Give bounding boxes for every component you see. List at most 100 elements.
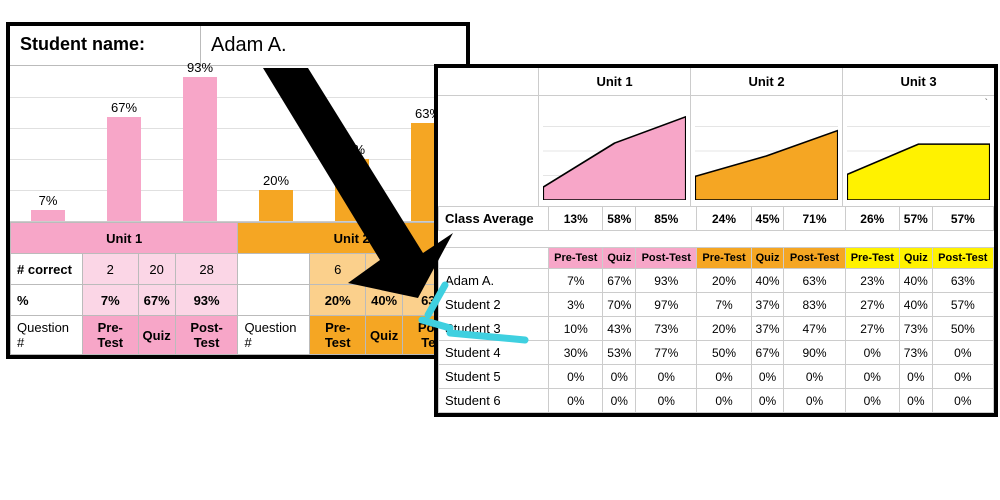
bar-label: 40% [332, 142, 372, 157]
score-cell: 3% [549, 293, 603, 317]
score-cell: 73% [636, 317, 697, 341]
numcorrect-cell: 12 [366, 254, 403, 285]
score-cell: 0% [784, 365, 845, 389]
class-summary-panel: Unit 1Unit 2Unit 3 ` Class Average13%58%… [434, 64, 998, 417]
score-cell: 67% [603, 269, 636, 293]
score-cell: 0% [549, 365, 603, 389]
unit-header: Unit 1 [538, 68, 690, 95]
bar-label: 93% [180, 60, 220, 75]
question-label: Question # [11, 316, 83, 355]
bar-label: 67% [104, 100, 144, 115]
score-cell: 20% [697, 269, 751, 293]
score-cell: 23% [845, 269, 899, 293]
score-cell: 37% [751, 293, 784, 317]
col-header: Quiz [751, 248, 784, 269]
score-cell: 0% [899, 389, 932, 413]
class-average-cell: 26% [845, 207, 899, 231]
col-header: Pre-Test [549, 248, 603, 269]
score-cell: 0% [751, 365, 784, 389]
student-name-cell: Student 5 [439, 365, 549, 389]
score-cell: 0% [845, 341, 899, 365]
numcorrect-label [238, 254, 310, 285]
student-name-label: Student name: [10, 26, 201, 65]
score-cell: 0% [899, 365, 932, 389]
score-cell: 0% [549, 389, 603, 413]
score-cell: 63% [784, 269, 845, 293]
percent-label [238, 285, 310, 316]
student-name-cell: Student 2 [439, 293, 549, 317]
score-cell: 0% [932, 389, 993, 413]
tick-mark: ` [985, 98, 988, 109]
percent-cell: 93% [175, 285, 238, 316]
bar-unit1-1 [107, 117, 141, 221]
sparkline-unit-3: ` [842, 96, 994, 206]
col-header: Pre-Test [845, 248, 899, 269]
unit-header: Unit 1 [11, 223, 238, 254]
table-row: Adam A.7%67%93%20%40%63%23%40%63% [439, 269, 994, 293]
score-cell: 30% [549, 341, 603, 365]
col-header: Pre-Test [82, 316, 138, 355]
question-label: Question # [238, 316, 310, 355]
score-cell: 50% [697, 341, 751, 365]
score-cell: 0% [845, 365, 899, 389]
class-average-cell: 85% [636, 207, 697, 231]
score-cell: 57% [932, 293, 993, 317]
unit-header: Unit 2 [238, 223, 466, 254]
student-unit-table: Unit 1Unit 2# correct22028612%7%67%93%20… [10, 222, 466, 355]
percent-label: % [11, 285, 83, 316]
class-average-cell: 57% [932, 207, 993, 231]
student-report-panel: Student name: Adam A. 7%67%93%20%40%63% … [6, 22, 470, 359]
score-cell: 0% [697, 389, 751, 413]
student-name-cell: Adam A. [439, 269, 549, 293]
unit-header: Unit 3 [842, 68, 994, 95]
numcorrect-cell: 6 [310, 254, 366, 285]
col-header: Post-Test [636, 248, 697, 269]
table-row: Student 23%70%97%7%37%83%27%40%57% [439, 293, 994, 317]
student-name-cell: Student 6 [439, 389, 549, 413]
score-cell: 63% [932, 269, 993, 293]
score-cell: 0% [603, 365, 636, 389]
class-average-cell: 13% [549, 207, 603, 231]
percent-cell: 7% [82, 285, 138, 316]
class-average-cell: 71% [784, 207, 845, 231]
class-average-cell: 24% [697, 207, 751, 231]
col-header: Quiz [138, 316, 175, 355]
student-name-cell: Student 3 [439, 317, 549, 341]
col-header: Post-Test [175, 316, 238, 355]
table-row: Student 430%53%77%50%67%90%0%73%0% [439, 341, 994, 365]
percent-cell: 20% [310, 285, 366, 316]
class-average-cell: 45% [751, 207, 784, 231]
numcorrect-cell: 20 [138, 254, 175, 285]
score-cell: 0% [932, 365, 993, 389]
col-header: Pre-Test [310, 316, 366, 355]
score-cell: 97% [636, 293, 697, 317]
student-name-value: Adam A. [201, 26, 466, 65]
score-cell: 7% [697, 293, 751, 317]
col-header: Post-Test [932, 248, 993, 269]
score-cell: 0% [932, 341, 993, 365]
score-cell: 50% [932, 317, 993, 341]
score-cell: 90% [784, 341, 845, 365]
score-cell: 0% [751, 389, 784, 413]
student-name-cell: Student 4 [439, 341, 549, 365]
score-cell: 70% [603, 293, 636, 317]
score-cell: 73% [899, 317, 932, 341]
score-cell: 53% [603, 341, 636, 365]
score-cell: 0% [636, 365, 697, 389]
table-row: Student 60%0%0%0%0%0%0%0%0% [439, 389, 994, 413]
bar-unit2-0 [259, 190, 293, 221]
class-detail-table: Class Average13%58%85%24%45%71%26%57%57%… [438, 206, 994, 413]
score-cell: 7% [549, 269, 603, 293]
score-cell: 27% [845, 293, 899, 317]
table-row: Student 50%0%0%0%0%0%0%0%0% [439, 365, 994, 389]
score-cell: 67% [751, 341, 784, 365]
percent-cell: 67% [138, 285, 175, 316]
sparkline-unit-2 [690, 96, 842, 206]
score-cell: 20% [697, 317, 751, 341]
score-cell: 40% [899, 293, 932, 317]
col-header: Quiz [899, 248, 932, 269]
bar-unit1-2 [183, 77, 217, 221]
score-cell: 40% [751, 269, 784, 293]
class-average-label: Class Average [439, 207, 549, 231]
score-cell: 77% [636, 341, 697, 365]
